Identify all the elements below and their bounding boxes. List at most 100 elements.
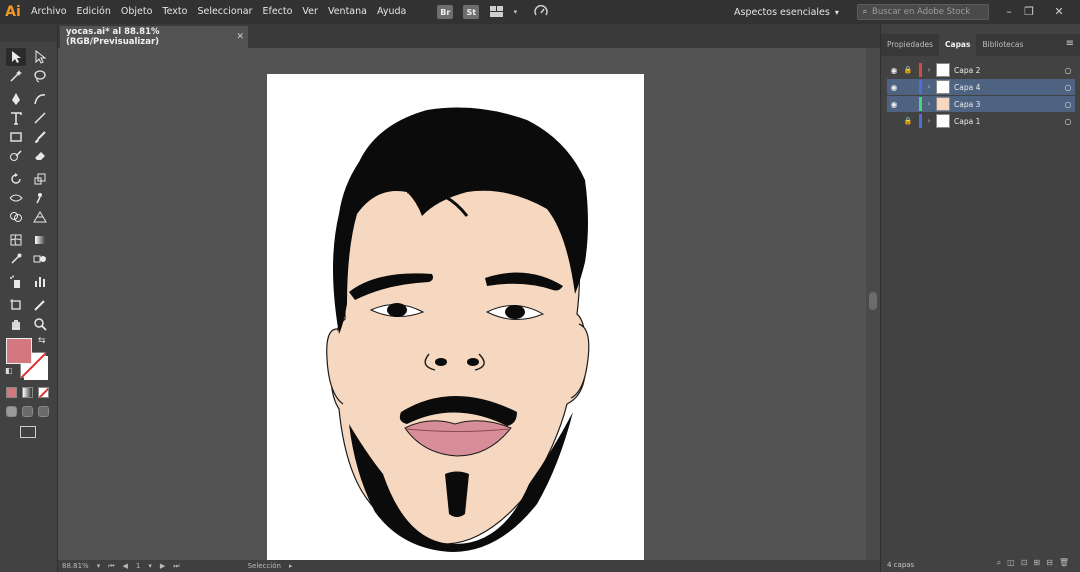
gradient-tool-icon[interactable] xyxy=(30,231,50,249)
artboard-number[interactable]: 1 xyxy=(132,562,144,570)
layer-name[interactable]: Capa 1 xyxy=(954,117,1061,126)
mesh-tool-icon[interactable] xyxy=(6,231,26,249)
draw-behind-icon[interactable] xyxy=(22,406,33,417)
lock-icon[interactable]: 🔒 xyxy=(901,117,915,125)
fill-color-swatch[interactable] xyxy=(6,338,32,364)
curvature-tool-icon[interactable] xyxy=(30,90,50,108)
menu-seleccionar[interactable]: Seleccionar xyxy=(192,0,257,24)
panel-menu-icon[interactable]: ≡ xyxy=(1066,38,1074,49)
eye-icon[interactable]: ◉ xyxy=(887,83,901,92)
last-artboard-icon[interactable]: ⏭ xyxy=(169,562,183,571)
layer-name[interactable]: Capa 3 xyxy=(954,100,1061,109)
layer-actions-icons[interactable]: ⌕◫⊡⊞⊟🗑 xyxy=(997,558,1075,568)
slice-tool-icon[interactable] xyxy=(30,296,50,314)
tab-propiedades[interactable]: Propiedades xyxy=(881,34,939,56)
chevron-down-icon[interactable]: ▾ xyxy=(93,562,105,570)
menu-ayuda[interactable]: Ayuda xyxy=(372,0,411,24)
tab-bibliotecas[interactable]: Bibliotecas xyxy=(976,34,1029,56)
chevron-right-icon[interactable]: › xyxy=(922,117,936,125)
swap-fill-stroke-icon[interactable]: ⇆ xyxy=(38,336,46,346)
scale-tool-icon[interactable] xyxy=(30,170,50,188)
vertical-scrollbar[interactable] xyxy=(866,48,880,560)
pen-tool-icon[interactable] xyxy=(6,90,26,108)
chevron-down-icon[interactable]: ▾ xyxy=(144,562,156,570)
width-tool-icon[interactable] xyxy=(6,189,26,207)
paintbrush-tool-icon[interactable] xyxy=(30,128,50,146)
scrollbar-thumb[interactable] xyxy=(869,292,877,310)
eye-icon[interactable]: ◉ xyxy=(887,100,901,109)
menu-ver[interactable]: Ver xyxy=(297,0,323,24)
draw-normal-icon[interactable] xyxy=(6,406,17,417)
blend-tool-icon[interactable] xyxy=(30,250,50,268)
prev-artboard-icon[interactable]: ◀ xyxy=(119,562,132,570)
default-fill-stroke-icon[interactable]: ◧ xyxy=(5,366,13,375)
draw-inside-icon[interactable] xyxy=(38,406,49,417)
zoom-tool-icon[interactable] xyxy=(30,315,50,333)
artboard-tool-icon[interactable] xyxy=(6,296,26,314)
target-icon[interactable]: ○ xyxy=(1061,117,1075,126)
color-mode-icon[interactable] xyxy=(6,387,17,398)
menu-texto[interactable]: Texto xyxy=(157,0,192,24)
status-menu-icon[interactable]: ▸ xyxy=(285,562,297,570)
gradient-mode-icon[interactable] xyxy=(22,387,33,398)
zoom-level[interactable]: 88.81% xyxy=(58,562,93,570)
menu-objeto[interactable]: Objeto xyxy=(116,0,158,24)
next-artboard-icon[interactable]: ▶ xyxy=(156,562,169,570)
puppet-warp-tool-icon[interactable] xyxy=(30,189,50,207)
menu-archivo[interactable]: Archivo xyxy=(26,0,72,24)
layer-row[interactable]: ◉ › Capa 3 ○ xyxy=(887,96,1075,112)
layer-row[interactable]: ◉ › Capa 4 ○ xyxy=(887,79,1075,95)
first-artboard-icon[interactable]: ⏮ xyxy=(104,562,118,571)
menu-ventana[interactable]: Ventana xyxy=(323,0,372,24)
layer-row[interactable]: ◉ 🔒 › Capa 2 ○ xyxy=(887,62,1075,78)
chevron-right-icon[interactable]: › xyxy=(922,83,936,91)
chevron-right-icon[interactable]: › xyxy=(922,66,936,74)
hand-tool-icon[interactable] xyxy=(6,315,26,333)
eraser-tool-icon[interactable] xyxy=(30,147,50,165)
stock-search-field[interactable]: ⌕ Buscar en Adobe Stock xyxy=(857,4,989,20)
restore-icon[interactable]: ❐ xyxy=(1020,2,1038,20)
type-tool-icon[interactable] xyxy=(6,109,26,127)
bridge-icon[interactable]: Br xyxy=(437,5,454,19)
eye-icon[interactable]: ◉ xyxy=(887,66,901,75)
target-icon[interactable]: ○ xyxy=(1061,100,1075,109)
stock-icon[interactable]: St xyxy=(463,5,480,19)
menu-edicion[interactable]: Edición xyxy=(72,0,116,24)
gpu-performance-icon[interactable] xyxy=(533,5,549,19)
column-graph-tool-icon[interactable] xyxy=(30,273,50,291)
layer-name[interactable]: Capa 4 xyxy=(954,83,1061,92)
target-icon[interactable]: ○ xyxy=(1061,83,1075,92)
artboard[interactable] xyxy=(267,74,644,560)
minimize-icon[interactable]: – xyxy=(1000,2,1018,20)
canvas-area[interactable] xyxy=(58,48,866,560)
eyedropper-tool-icon[interactable] xyxy=(6,250,26,268)
symbol-sprayer-tool-icon[interactable] xyxy=(6,273,26,291)
none-mode-icon[interactable] xyxy=(38,387,49,398)
chevron-down-icon[interactable]: ▾ xyxy=(507,5,523,19)
face-illustration[interactable] xyxy=(267,74,644,560)
screen-mode-icon[interactable] xyxy=(20,426,36,438)
arrange-documents-icon[interactable] xyxy=(489,5,505,19)
lock-icon[interactable]: 🔒 xyxy=(901,66,915,74)
tools-panel-handle[interactable] xyxy=(0,24,57,42)
magic-wand-tool-icon[interactable] xyxy=(6,67,26,85)
close-window-icon[interactable]: ✕ xyxy=(1050,2,1068,20)
layer-name[interactable]: Capa 2 xyxy=(954,66,1061,75)
tab-capas[interactable]: Capas xyxy=(939,34,977,56)
perspective-grid-tool-icon[interactable] xyxy=(30,208,50,226)
layer-row[interactable]: 🔒 › Capa 1 ○ xyxy=(887,113,1075,129)
chevron-right-icon[interactable]: › xyxy=(922,100,936,108)
shape-builder-tool-icon[interactable] xyxy=(6,208,26,226)
target-icon[interactable]: ○ xyxy=(1061,66,1075,75)
line-tool-icon[interactable] xyxy=(30,109,50,127)
close-icon[interactable]: ✕ xyxy=(236,32,244,42)
lasso-tool-icon[interactable] xyxy=(30,67,50,85)
document-tab[interactable]: yocas.ai* al 88.81% (RGB/Previsualizar) … xyxy=(60,26,248,48)
direct-selection-tool-icon[interactable] xyxy=(30,48,50,66)
shaper-tool-icon[interactable] xyxy=(6,147,26,165)
selection-tool-icon[interactable] xyxy=(6,48,26,66)
menu-efecto[interactable]: Efecto xyxy=(257,0,297,24)
rotate-tool-icon[interactable] xyxy=(6,170,26,188)
rectangle-tool-icon[interactable] xyxy=(6,128,26,146)
workspace-switcher[interactable]: Aspectos esenciales ▾ xyxy=(734,4,846,20)
